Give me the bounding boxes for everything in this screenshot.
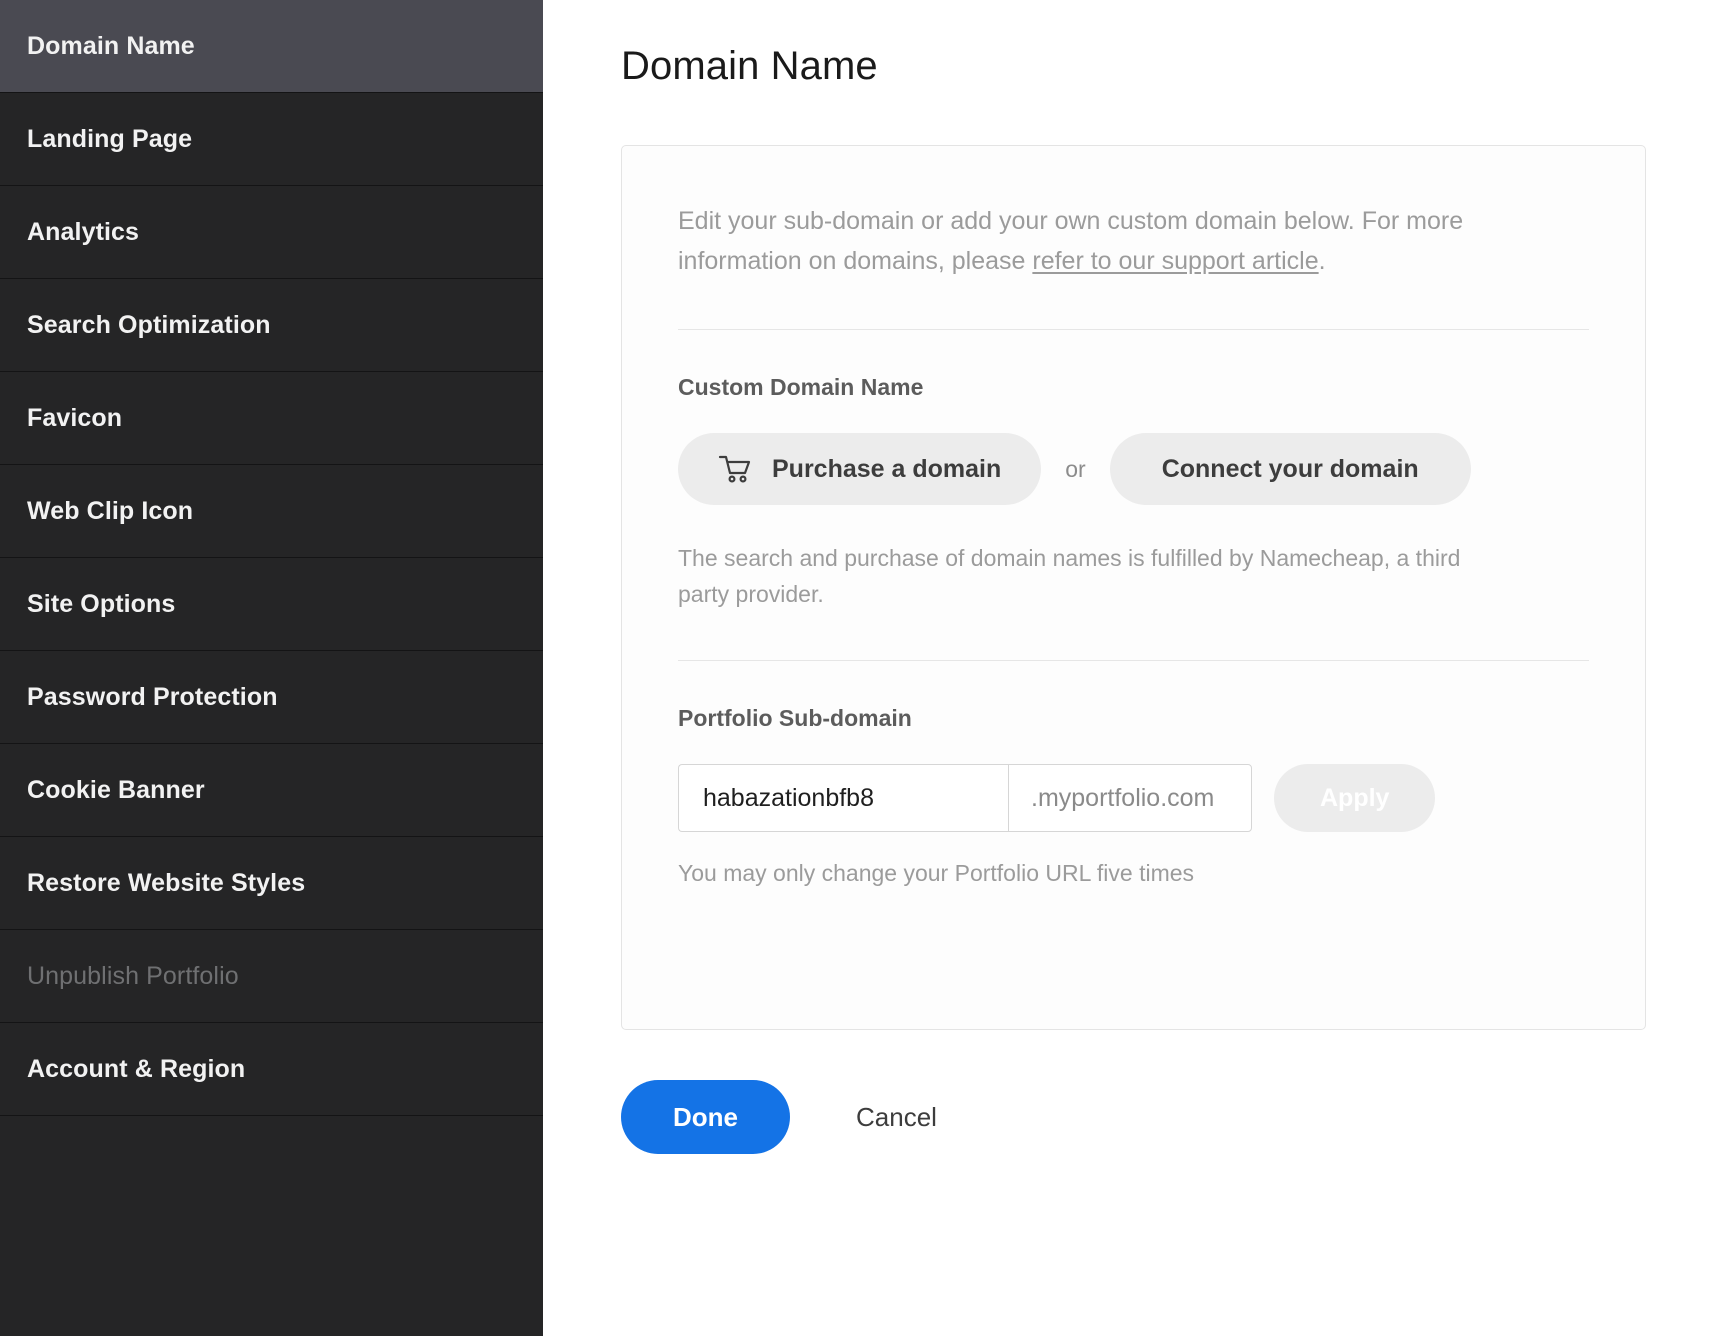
sidebar-item-password-protection[interactable]: Password Protection <box>0 651 543 744</box>
sidebar-item-account-and-region[interactable]: Account & Region <box>0 1023 543 1116</box>
sidebar-item-restore-website-styles[interactable]: Restore Website Styles <box>0 837 543 930</box>
sidebar-item-domain-name[interactable]: Domain Name <box>0 0 543 93</box>
sidebar-item-label: Web Clip Icon <box>27 496 194 525</box>
sidebar-item-label: Cookie Banner <box>27 775 205 804</box>
apply-button[interactable]: Apply <box>1274 764 1436 833</box>
settings-main-panel: Domain Name Edit your sub-domain or add … <box>543 0 1725 1336</box>
sidebar-item-label: Analytics <box>27 217 140 246</box>
sidebar-item-label: Unpublish Portfolio <box>27 961 239 990</box>
namecheap-note: The search and purchase of domain names … <box>678 545 1461 607</box>
sidebar-item-label: Password Protection <box>27 682 278 711</box>
connect-your-domain-label: Connect your domain <box>1161 454 1419 483</box>
divider-top <box>678 329 1589 330</box>
sidebar-item-favicon[interactable]: Favicon <box>0 372 543 465</box>
portfolio-subdomain-label: Portfolio Sub-domain <box>678 705 912 732</box>
shopping-cart-icon <box>718 454 752 484</box>
sidebar-item-label: Account & Region <box>27 1054 246 1083</box>
app-root: Domain Name Landing Page Analytics Searc… <box>0 0 1725 1336</box>
intro-text-after: . <box>1318 246 1326 275</box>
divider-middle <box>678 660 1589 662</box>
subdomain-suffix: .myportfolio.com <box>1008 764 1252 833</box>
sidebar-item-landing-page[interactable]: Landing Page <box>0 93 543 186</box>
sidebar-item-web-clip-icon[interactable]: Web Clip Icon <box>0 465 543 558</box>
intro-text: Edit your sub-domain or add your own cus… <box>678 202 1478 281</box>
sidebar-item-label: Domain Name <box>27 31 195 60</box>
purchase-a-domain-button[interactable]: Purchase a domain <box>678 433 1042 505</box>
subdomain-input-group: .myportfolio.com <box>678 764 1252 833</box>
sidebar-item-cookie-banner[interactable]: Cookie Banner <box>0 744 543 837</box>
page-title: Domain Name <box>621 44 878 88</box>
sidebar-item-search-optimization[interactable]: Search Optimization <box>0 279 543 372</box>
domain-settings-card: Edit your sub-domain or add your own cus… <box>621 145 1646 1030</box>
sidebar-item-site-options[interactable]: Site Options <box>0 558 543 651</box>
sidebar-item-label: Landing Page <box>27 124 193 153</box>
support-article-link[interactable]: refer to our support article <box>1032 247 1318 275</box>
custom-domain-label: Custom Domain Name <box>678 374 924 400</box>
purchase-a-domain-label: Purchase a domain <box>772 454 1002 483</box>
sidebar-item-label: Search Optimization <box>27 310 271 339</box>
sidebar-item-analytics[interactable]: Analytics <box>0 186 543 279</box>
sidebar-empty-space <box>0 1116 543 1336</box>
sidebar-item-unpublish-portfolio: Unpublish Portfolio <box>0 930 543 1023</box>
settings-sidebar: Domain Name Landing Page Analytics Searc… <box>0 0 543 1336</box>
subdomain-row: .myportfolio.com Apply <box>678 764 1589 833</box>
subdomain-input[interactable] <box>678 764 1008 833</box>
sidebar-item-label: Favicon <box>27 403 123 432</box>
connect-your-domain-button[interactable]: Connect your domain <box>1109 433 1471 505</box>
done-button[interactable]: Done <box>621 1080 790 1154</box>
subdomain-change-limit-hint: You may only change your Portfolio URL f… <box>678 860 1195 887</box>
or-separator: or <box>1065 455 1086 482</box>
cancel-button[interactable]: Cancel <box>850 1101 943 1134</box>
dialog-footer: Done Cancel <box>621 1080 1725 1154</box>
sidebar-item-label: Site Options <box>27 589 176 618</box>
custom-domain-actions: Purchase a domain or Connect your domain <box>678 433 1589 505</box>
sidebar-item-label: Restore Website Styles <box>27 868 306 897</box>
